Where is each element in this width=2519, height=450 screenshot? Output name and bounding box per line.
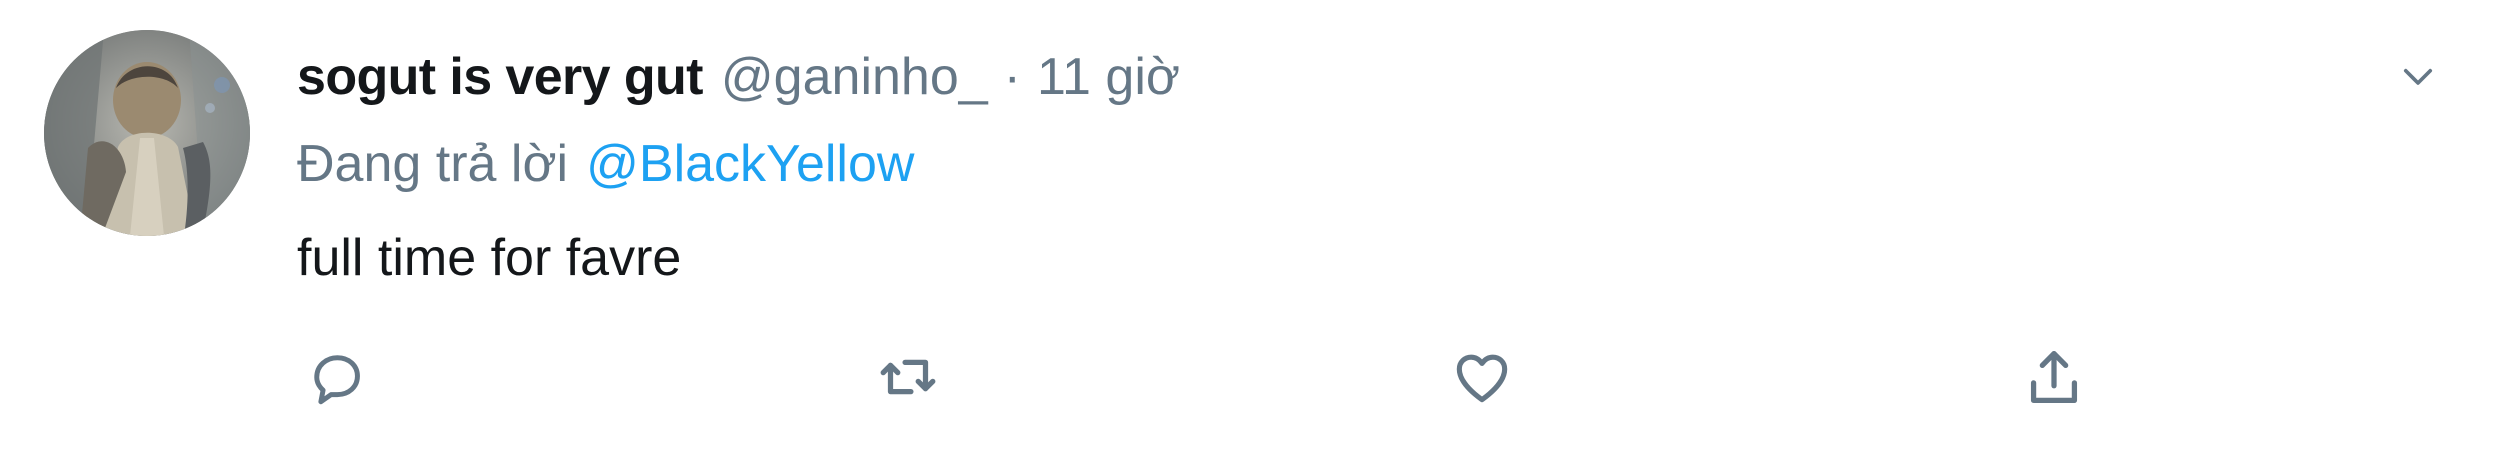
avatar-photo bbox=[44, 30, 250, 236]
reply-mention-link[interactable]: @BlackYellow bbox=[586, 128, 914, 200]
share-icon bbox=[2030, 351, 2078, 403]
heart-icon bbox=[1456, 354, 1508, 403]
retweet-button[interactable] bbox=[868, 340, 948, 414]
chevron-down-icon bbox=[2403, 68, 2433, 85]
tweet-text: full time for favre bbox=[297, 229, 682, 287]
reply-context: Đang trả lời @BlackYellow bbox=[297, 128, 914, 200]
tweet-card[interactable]: sogut is very gut @ganinho_ · 11 giờ Đan… bbox=[0, 0, 2519, 450]
reply-button[interactable] bbox=[296, 340, 376, 414]
tweet-header: sogut is very gut @ganinho_ · 11 giờ bbox=[297, 42, 1180, 112]
display-name[interactable]: sogut is very gut bbox=[297, 42, 703, 112]
avatar[interactable] bbox=[44, 30, 250, 236]
share-button[interactable] bbox=[2014, 340, 2094, 414]
like-button[interactable] bbox=[1442, 340, 1522, 414]
reply-context-label: Đang trả lời bbox=[297, 135, 569, 193]
tweet-actions bbox=[0, 340, 2519, 414]
tweet-time[interactable]: 11 giờ bbox=[1037, 42, 1180, 112]
retweet-icon bbox=[880, 359, 936, 395]
reply-icon bbox=[314, 355, 360, 405]
meta-separator: · bbox=[1003, 48, 1021, 106]
more-options-button[interactable] bbox=[2386, 44, 2450, 108]
username-handle[interactable]: @ganinho_ bbox=[721, 42, 988, 112]
